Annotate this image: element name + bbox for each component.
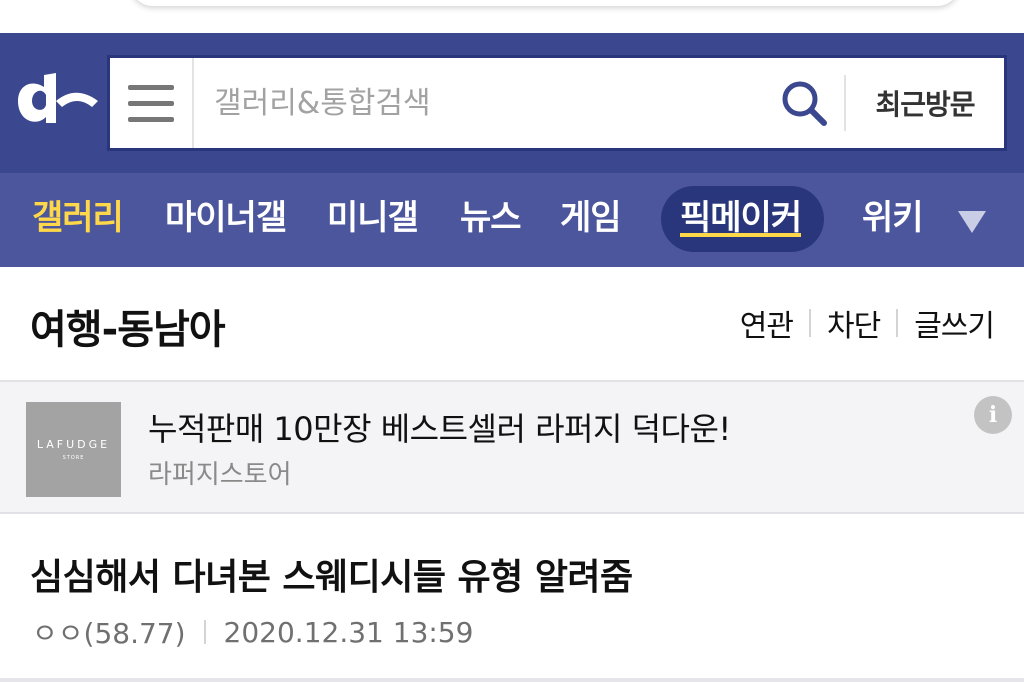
search-input[interactable] [194, 58, 764, 148]
nav-item-mini-gallery[interactable]: 미니갤 [327, 173, 419, 267]
top-status-area [0, 0, 1024, 33]
nav-item-pickmaker[interactable]: 픽메이커 [680, 173, 802, 267]
dc-logo-icon[interactable] [12, 71, 102, 131]
post-author: ㅇㅇ(58.77) [32, 617, 186, 650]
info-icon[interactable]: i [974, 396, 1012, 434]
block-button[interactable]: 차단 [827, 301, 881, 345]
action-divider [896, 309, 899, 337]
site-header: 최근방문 [0, 33, 1024, 173]
ad-thumbnail-brand: LAFUDGE [36, 438, 111, 451]
chevron-down-icon[interactable] [955, 206, 989, 236]
ad-source: 라퍼지스토어 [148, 460, 292, 490]
list-item[interactable]: 심심해서 다녀본 스웨디시들 유형 알려줌 ㅇㅇ(58.77) 2020.12.… [0, 514, 1024, 682]
search-icon[interactable] [764, 58, 844, 148]
search-bar: 최근방문 [107, 55, 1007, 151]
action-divider [808, 309, 811, 337]
meta-divider [203, 620, 206, 644]
post-title[interactable]: 심심해서 다녀본 스웨디시들 유형 알려줌 [30, 548, 633, 600]
related-button[interactable]: 연관 [740, 301, 794, 345]
nav-item-wiki[interactable]: 위키 [862, 173, 924, 267]
post-meta: ㅇㅇ(58.77) 2020.12.31 13:59 [32, 612, 473, 652]
browser-address-bar[interactable] [130, 0, 960, 6]
list-divider [0, 678, 1024, 682]
main-nav: 갤러리 마이너갤 미니갤 뉴스 게임 픽메이커 위키 [0, 173, 1024, 267]
nav-item-minor-gallery[interactable]: 마이너갤 [165, 173, 287, 267]
gallery-header: 여행-동남아 연관 차단 글쓰기 [0, 267, 1024, 380]
gallery-title[interactable]: 여행-동남아 [30, 297, 226, 355]
hamburger-menu-icon[interactable] [110, 58, 194, 148]
ad-title[interactable]: 누적판매 10만장 베스트셀러 라퍼지 덕다운! [148, 404, 731, 450]
write-button[interactable]: 글쓰기 [914, 301, 995, 345]
ad-banner[interactable]: LAFUDGE STORE 누적판매 10만장 베스트셀러 라퍼지 덕다운! 라… [0, 380, 1024, 514]
ad-thumbnail-sub: STORE [62, 455, 85, 461]
gallery-actions: 연관 차단 글쓰기 [740, 301, 995, 345]
ad-thumbnail[interactable]: LAFUDGE STORE [26, 402, 121, 497]
nav-item-pickmaker-label: 픽메이커 [680, 198, 802, 238]
nav-item-game[interactable]: 게임 [560, 173, 622, 267]
pickmaker-underline [680, 233, 802, 237]
recent-visits-button[interactable]: 최근방문 [846, 58, 1004, 148]
nav-item-news[interactable]: 뉴스 [460, 173, 522, 267]
nav-item-gallery[interactable]: 갤러리 [32, 173, 124, 267]
post-date: 2020.12.31 13:59 [223, 615, 474, 649]
